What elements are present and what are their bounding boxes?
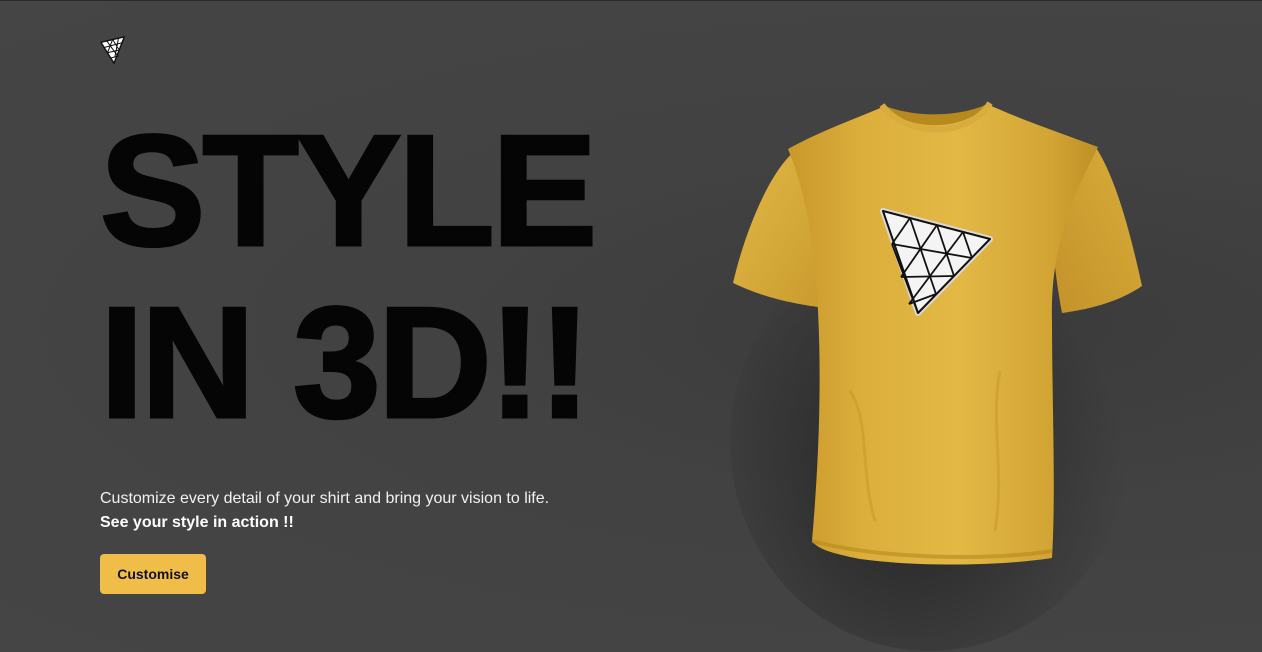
- hero-description: Customize every detail of your shirt and…: [100, 487, 550, 535]
- tshirt-model: [733, 101, 1142, 565]
- landing-page: STYLE IN 3D!! Customize every detail of …: [0, 0, 1262, 652]
- headline-line-1: STYLE: [98, 103, 598, 279]
- description-emphasis: See your style in action !!: [100, 514, 294, 531]
- headline-line-2: IN 3D!!: [98, 275, 592, 451]
- logo-icon[interactable]: [100, 34, 132, 66]
- hero-headline: STYLE IN 3D!!: [98, 103, 598, 451]
- shirt-3d-canvas[interactable]: [700, 91, 1180, 651]
- customise-button[interactable]: Customise: [100, 554, 206, 594]
- description-text: Customize every detail of your shirt and…: [100, 490, 550, 507]
